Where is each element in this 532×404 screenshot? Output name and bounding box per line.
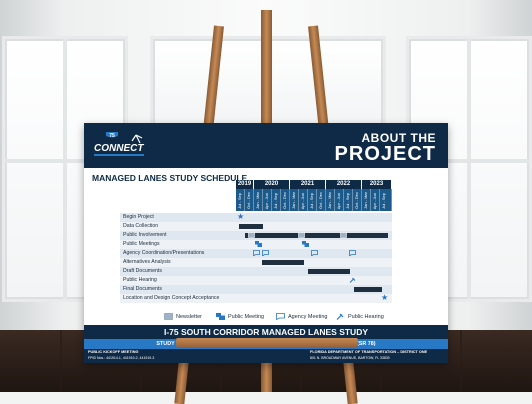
newsletter-icon [164, 313, 173, 320]
quarter-label: Jan - Mar [327, 192, 332, 209]
task-label: Draft Documents [120, 267, 236, 276]
project-poster: 75 CONNECT ABOUT THE PROJECT MANAGED LAN… [84, 123, 448, 363]
task-label: Location and Design Concept Acceptance [120, 294, 236, 303]
quarter-label: Oct - Dec [282, 192, 287, 209]
svg-text:CONNECT: CONNECT [94, 143, 144, 154]
task-label: Begin Project [120, 213, 236, 222]
quarter-label: Oct - Dec [246, 192, 251, 209]
year-2023: 2023 [362, 180, 392, 189]
quarter-label: Jul - Sep [237, 193, 242, 209]
task-row-agency-coordination: Agency Coordination/Presentations [120, 249, 392, 258]
quarter-label: Oct - Dec [318, 192, 323, 209]
task-bar [239, 224, 263, 229]
task-bar [245, 233, 388, 238]
quarter-label: Oct - Dec [354, 192, 359, 209]
task-row-public-hearing: Public Hearing [120, 276, 392, 285]
poster-header: 75 CONNECT ABOUT THE PROJECT [84, 123, 448, 168]
public-meeting-icon [302, 241, 309, 247]
task-row-begin-project: Begin Project ★ [120, 212, 392, 222]
footer-meeting-title: PUBLIC KICKOFF MEETING [88, 350, 139, 354]
task-row-alternatives-analysis: Alternatives Analysis [120, 258, 392, 267]
task-label: Public Involvement [120, 231, 236, 240]
agency-meeting-icon [262, 250, 269, 256]
task-bar [262, 260, 304, 265]
task-label: Agency Coordination/Presentations [120, 249, 236, 258]
footer-fdot-title: FLORIDA DEPARTMENT OF TRANSPORTATION – D… [310, 350, 428, 354]
task-row-data-collection: Data Collection [120, 222, 392, 231]
agency-meeting-icon [311, 250, 318, 256]
task-bar [354, 287, 382, 292]
schedule-title: MANAGED LANES STUDY SCHEDULE [92, 173, 248, 183]
public-meeting-icon [255, 241, 262, 247]
task-row-final-documents: Final Documents [120, 285, 392, 294]
quarter-label: Jul - Sep [345, 193, 350, 209]
newsletter-icon [248, 232, 255, 238]
agency-meeting-icon [253, 250, 260, 256]
footer-fdot-address: 801 N. BROADWAY AVENUE, BARTOW, FL 33830 [310, 356, 390, 360]
poster-footer: PUBLIC KICKOFF MEETING FPID Nos.: 441914… [84, 349, 448, 363]
task-label: Alternatives Analysis [120, 258, 236, 267]
quarter-label: Jul - Sep [309, 193, 314, 209]
legend-newsletter: Newsletter [176, 314, 202, 320]
footer-fpid: FPID Nos.: 441914-1, 441919-2, 441919-3 [88, 356, 155, 360]
easel-tray [176, 338, 358, 347]
legend-agency-meeting: Agency Meeting [288, 314, 328, 320]
task-row-public-involvement: Public Involvement [120, 231, 392, 240]
heading-project: PROJECT [334, 143, 436, 165]
year-2022: 2022 [326, 180, 362, 189]
quarter-label: Jul - Sep [381, 193, 386, 209]
year-2020: 2020 [254, 180, 290, 189]
legend-public-meeting: Public Meeting [228, 314, 265, 320]
year-header: 2019 2020 2021 2022 2023 [236, 180, 392, 189]
task-bar [308, 269, 350, 274]
milestone-star-icon: ★ [237, 212, 245, 221]
task-row-public-meetings: Public Meetings [120, 240, 392, 249]
year-2021: 2021 [290, 180, 326, 189]
svg-text:75: 75 [109, 133, 115, 139]
quarter-header: Jul - Sep Oct - Dec Jan - Mar Apr - Jun … [236, 189, 392, 211]
task-label: Public Meetings [120, 240, 236, 249]
agency-meeting-icon [349, 250, 356, 256]
quarter-label: Jul - Sep [273, 193, 278, 209]
public-meeting-icon [216, 313, 225, 320]
task-label: Final Documents [120, 285, 236, 294]
quarter-label: Apr - Jun [336, 192, 341, 209]
newsletter-icon [298, 232, 305, 238]
year-2019: 2019 [236, 180, 254, 189]
task-label: Public Hearing [120, 276, 236, 285]
task-row-draft-documents: Draft Documents [120, 267, 392, 276]
newsletter-icon [340, 232, 347, 238]
quarter-label: Jan - Mar [255, 192, 260, 209]
task-row-ldca: Location and Design Concept Acceptance ★ [120, 293, 392, 303]
public-hearing-icon [349, 277, 356, 283]
quarter-label: Jan - Mar [291, 192, 296, 209]
legend-public-hearing: Public Hearing [348, 314, 384, 320]
quarter-label: Jan - Mar [363, 192, 368, 209]
quarter-label: Apr - Jun [372, 192, 377, 209]
study-title: I-75 SOUTH CORRIDOR MANAGED LANES STUDY [84, 325, 448, 339]
quarter-label: Apr - Jun [264, 192, 269, 209]
milestone-star-icon: ★ [381, 293, 389, 302]
agency-meeting-icon [276, 313, 285, 320]
task-label: Data Collection [120, 222, 236, 231]
quarter-label: Apr - Jun [300, 192, 305, 209]
public-hearing-icon [336, 313, 344, 320]
i75-connect-logo: 75 CONNECT [94, 132, 144, 156]
